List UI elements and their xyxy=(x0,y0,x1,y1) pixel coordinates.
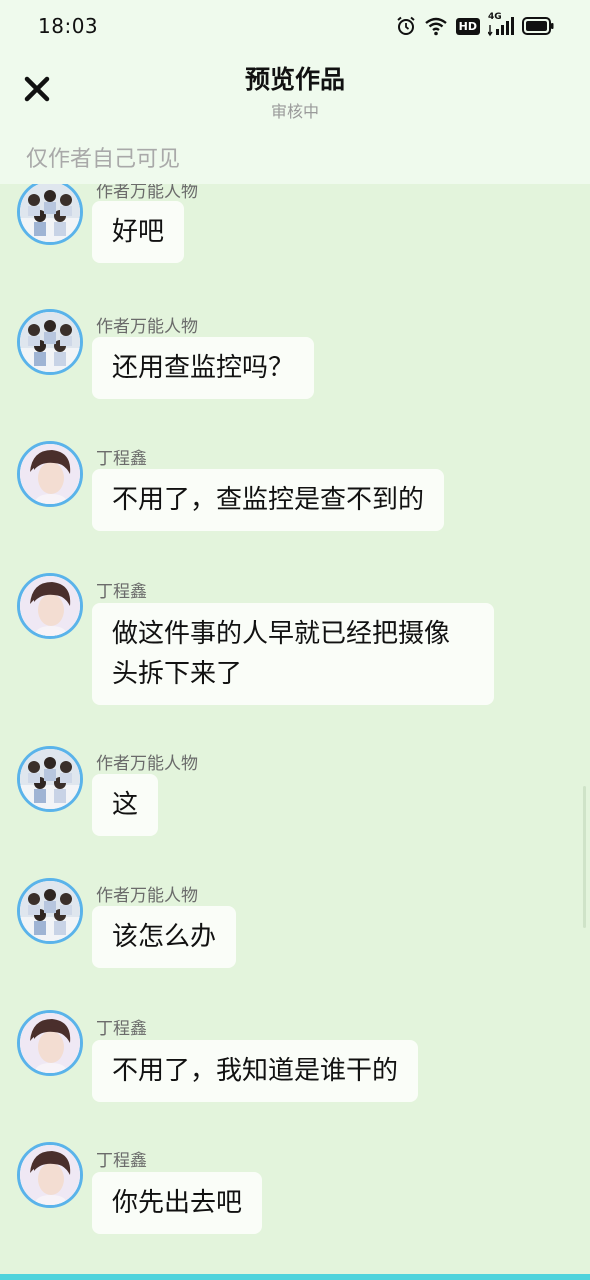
message-bubble[interactable]: 还用查监控吗？ xyxy=(92,337,315,399)
status-time: 18:03 xyxy=(38,14,99,38)
hd-badge: HD xyxy=(455,17,480,35)
message-bubble[interactable]: 你先出去吧 xyxy=(92,1172,263,1234)
sender-name: 丁程鑫 xyxy=(96,1151,147,1171)
scrollbar-thumb[interactable] xyxy=(583,786,586,928)
sender-name: 作者万能人物 xyxy=(96,184,198,202)
group-avatar[interactable] xyxy=(17,878,83,944)
sender-name: 作者万能人物 xyxy=(96,754,198,774)
status-bar: 18:03 HD 4G xyxy=(0,0,590,52)
sender-name: 丁程鑫 xyxy=(96,1019,147,1039)
page-title: 预览作品 xyxy=(244,65,345,94)
group-avatar[interactable] xyxy=(17,746,83,812)
battery-icon xyxy=(522,17,554,35)
chat-list[interactable]: 作者万能人物 好吧 作者万能人物 还用查监控吗？ 丁程鑫 不用了，查监控是查不到… xyxy=(0,184,590,1274)
alarm-icon xyxy=(397,16,415,35)
status-icons: HD 4G xyxy=(396,12,554,38)
message-bubble[interactable]: 这 xyxy=(92,774,159,836)
header-area: 18:03 HD 4G 预览作品 审核中 仅作者自己可见 xyxy=(0,0,590,184)
message-bubble[interactable]: 好吧 xyxy=(92,201,185,263)
sender-name: 作者万能人物 xyxy=(96,317,198,337)
portrait-avatar[interactable] xyxy=(17,573,83,639)
review-status: 审核中 xyxy=(270,102,319,121)
sender-name: 丁程鑫 xyxy=(96,449,147,469)
message-bubble[interactable]: 不用了，我知道是谁干的 xyxy=(92,1040,419,1102)
wifi-icon xyxy=(424,17,447,36)
message-bubble[interactable]: 该怎么办 xyxy=(92,906,237,968)
visibility-note: 仅作者自己可见 xyxy=(26,147,181,172)
group-avatar[interactable] xyxy=(17,184,83,245)
portrait-avatar[interactable] xyxy=(17,1142,83,1208)
sender-name: 作者万能人物 xyxy=(96,886,198,906)
sender-name: 丁程鑫 xyxy=(96,582,147,602)
bottom-strip xyxy=(0,1274,590,1280)
signal-icon: 4G xyxy=(488,12,514,37)
message-bubble[interactable]: 不用了，查监控是查不到的 xyxy=(92,469,445,531)
portrait-avatar[interactable] xyxy=(17,441,83,507)
group-avatar[interactable] xyxy=(17,309,83,375)
portrait-avatar[interactable] xyxy=(17,1010,83,1076)
message-bubble[interactable]: 做这件事的人早就已经把摄像头拆下来了 xyxy=(92,603,494,705)
